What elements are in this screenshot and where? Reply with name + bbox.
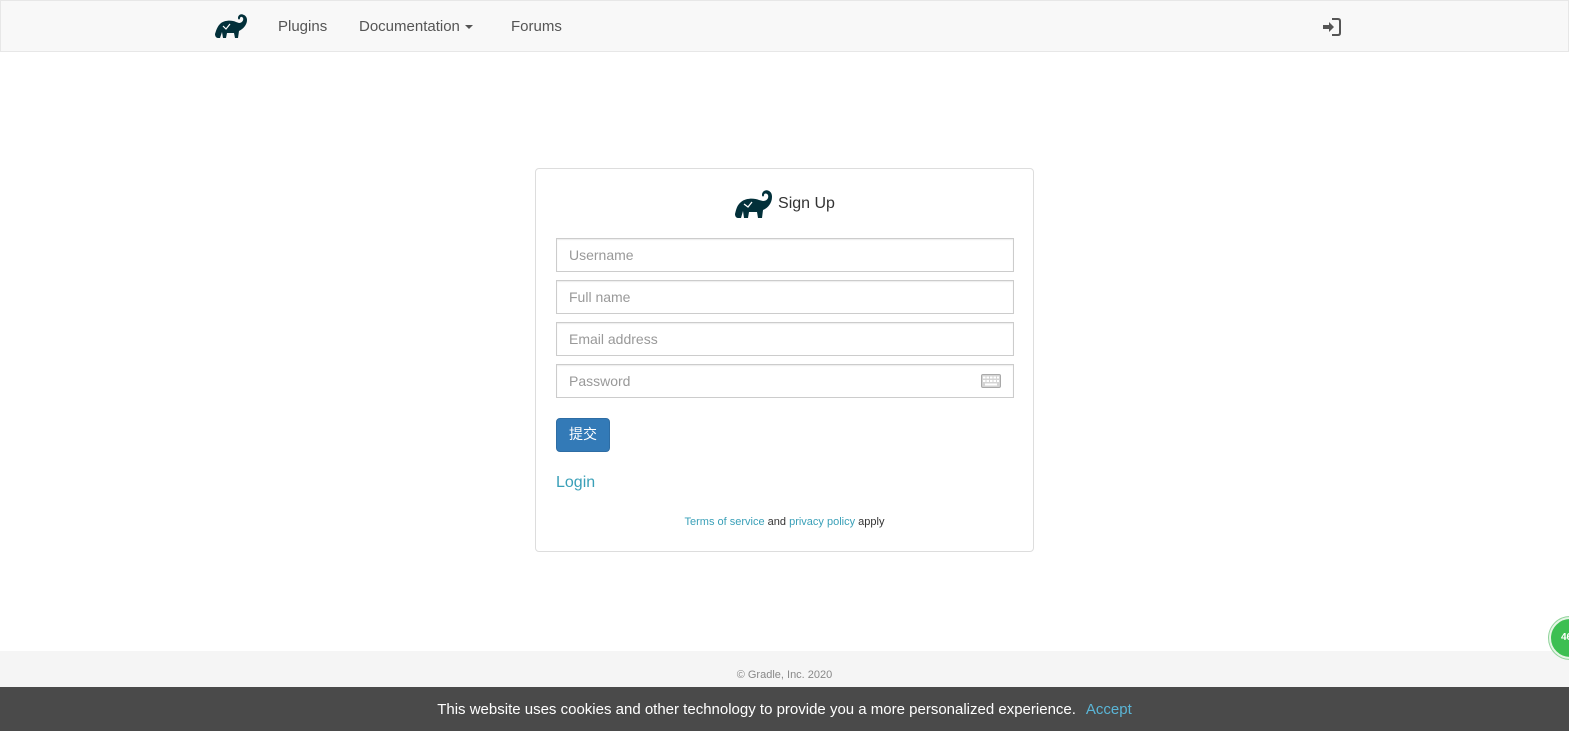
terms-notice: Terms of service and privacy policy appl… <box>536 516 1033 528</box>
nav-item-documentation-label: Documentation <box>359 18 460 35</box>
terms-of-service-link[interactable]: Terms of service <box>685 516 765 528</box>
cookie-banner: This website uses cookies and other tech… <box>0 687 1569 731</box>
privacy-policy-link[interactable]: privacy policy <box>789 516 855 528</box>
nav-item-documentation[interactable]: Documentation <box>359 18 473 36</box>
terms-apply-text: apply <box>858 516 885 528</box>
full-name-field[interactable] <box>556 280 1014 314</box>
sign-in-icon[interactable] <box>1322 17 1342 37</box>
gradle-elephant-icon <box>735 190 773 218</box>
page-footer: © Gradle, Inc. 2020 <box>0 651 1569 691</box>
cookie-accept-button[interactable]: Accept <box>1086 701 1132 718</box>
cookie-message: This website uses cookies and other tech… <box>437 700 1076 718</box>
gradle-elephant-icon[interactable] <box>214 12 250 40</box>
login-link[interactable]: Login <box>556 474 595 492</box>
nav-item-forums[interactable]: Forums <box>511 18 562 36</box>
email-field[interactable] <box>556 322 1014 356</box>
signup-card: Sign Up 提交 Login Terms of service and pr… <box>535 168 1034 552</box>
top-navbar: Plugins Documentation Forums <box>0 0 1569 52</box>
signup-header: Sign Up <box>536 187 1033 221</box>
username-field[interactable] <box>556 238 1014 272</box>
caret-down-icon <box>464 25 473 30</box>
page-title: Sign Up <box>778 195 835 212</box>
password-field[interactable] <box>556 364 1014 398</box>
copyright-text: © Gradle, Inc. 2020 <box>736 669 833 681</box>
terms-and-text: and <box>767 516 787 528</box>
nav-item-plugins[interactable]: Plugins <box>278 18 327 36</box>
submit-button[interactable]: 提交 <box>556 418 610 452</box>
keyboard-icon[interactable] <box>981 374 1001 388</box>
